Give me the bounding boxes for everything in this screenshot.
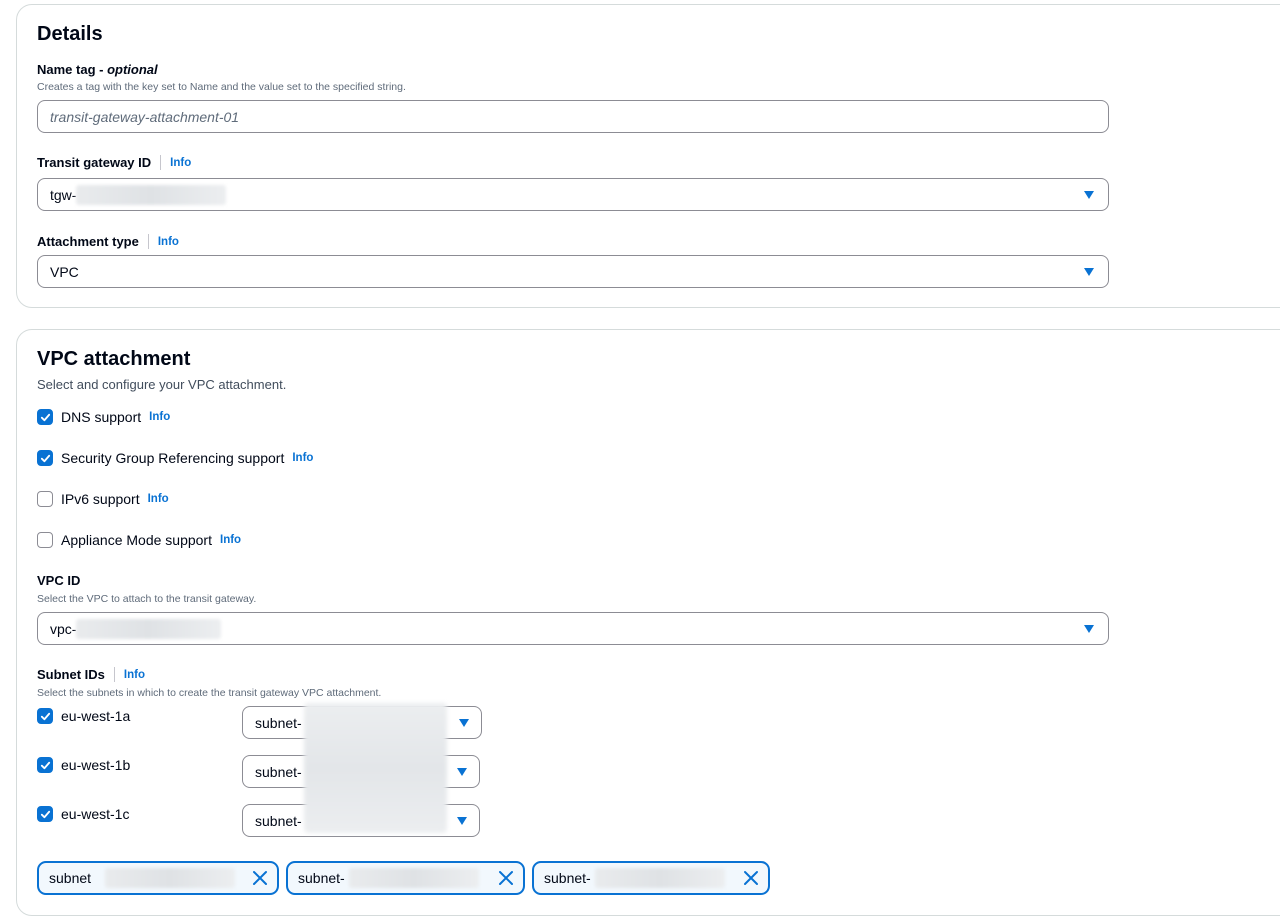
vpc-id-description: Select the VPC to attach to the transit … xyxy=(37,593,257,605)
caret-down-icon xyxy=(457,817,467,825)
transit-gateway-select[interactable]: tgw- xyxy=(37,178,1109,211)
option-security-group-referencing[interactable]: Security Group Referencing support Info xyxy=(37,450,313,466)
zone-eu-west-1c[interactable]: eu-west-1c xyxy=(37,806,129,822)
checkbox-eu-west-1a[interactable] xyxy=(37,708,53,724)
vpc-attachment-panel: VPC attachment Select and configure your… xyxy=(16,329,1280,916)
checkbox-dns-support[interactable] xyxy=(37,409,53,425)
option-label: DNS support xyxy=(61,409,142,425)
dns-support-info-link[interactable]: Info xyxy=(149,411,170,423)
zone-label: eu-west-1c xyxy=(61,806,130,822)
close-icon[interactable] xyxy=(497,869,515,887)
option-label: IPv6 support xyxy=(61,491,140,507)
vpc-id-value: vpc- xyxy=(50,620,77,637)
check-icon xyxy=(40,413,50,421)
attachment-type-select[interactable]: VPC xyxy=(37,255,1109,288)
check-icon xyxy=(40,712,50,720)
vpc-attachment-subtitle: Select and configure your VPC attachment… xyxy=(37,377,287,392)
subnet-token-3: subnet- xyxy=(532,861,770,895)
caret-down-icon xyxy=(457,768,467,776)
attachment-type-info-link[interactable]: Info xyxy=(158,236,179,248)
checkbox-security-group-referencing[interactable] xyxy=(37,450,53,466)
label-divider xyxy=(147,234,149,249)
caret-down-icon xyxy=(1084,268,1094,276)
redacted-subnet-values xyxy=(304,703,447,833)
check-icon xyxy=(40,454,50,462)
subnet-value: subnet- xyxy=(255,812,302,829)
redacted-value xyxy=(76,184,227,205)
name-tag-label: Name tag - optional xyxy=(37,62,158,77)
checkbox-eu-west-1c[interactable] xyxy=(37,806,53,822)
subnet-value: subnet- xyxy=(255,714,302,731)
name-tag-placeholder: transit-gateway-attachment-01 xyxy=(50,108,240,125)
option-dns-support[interactable]: DNS support Info xyxy=(37,409,170,425)
attachment-type-label: Attachment type Info xyxy=(37,234,179,249)
zone-label: eu-west-1a xyxy=(61,708,131,724)
subnet-token-1: subnet xyxy=(37,861,279,895)
transit-gateway-label: Transit gateway ID Info xyxy=(37,155,192,170)
ipv6-support-info-link[interactable]: Info xyxy=(148,493,169,505)
name-tag-input[interactable]: transit-gateway-attachment-01 xyxy=(37,100,1109,133)
details-heading: Details xyxy=(37,23,103,45)
vpc-attachment-heading: VPC attachment xyxy=(37,348,191,370)
name-tag-description: Creates a tag with the key set to Name a… xyxy=(37,81,406,93)
checkbox-eu-west-1b[interactable] xyxy=(37,757,53,773)
label-divider xyxy=(113,667,115,682)
zone-eu-west-1b[interactable]: eu-west-1b xyxy=(37,757,130,773)
redacted-value xyxy=(594,868,725,888)
subnet-ids-label: Subnet IDs Info xyxy=(37,667,145,682)
vpc-id-select[interactable]: vpc- xyxy=(37,612,1109,645)
checkbox-appliance-mode[interactable] xyxy=(37,532,53,548)
subnet-ids-info-link[interactable]: Info xyxy=(124,669,145,681)
check-icon xyxy=(40,761,50,769)
zone-eu-west-1a[interactable]: eu-west-1a xyxy=(37,708,130,724)
label-divider xyxy=(160,155,162,170)
transit-gateway-info-link[interactable]: Info xyxy=(170,157,191,169)
vpc-id-label: VPC ID xyxy=(37,573,81,588)
caret-down-icon xyxy=(1084,191,1094,199)
option-appliance-mode[interactable]: Appliance Mode support Info xyxy=(37,532,241,548)
details-panel: Details Name tag - optional Creates a ta… xyxy=(16,4,1280,308)
redacted-value xyxy=(348,868,479,888)
option-label: Appliance Mode support xyxy=(61,532,212,548)
token-label: subnet xyxy=(49,870,92,886)
check-icon xyxy=(40,810,50,818)
close-icon[interactable] xyxy=(742,869,760,887)
redacted-value xyxy=(105,868,236,888)
subnet-token-2: subnet- xyxy=(286,861,525,895)
attachment-type-value: VPC xyxy=(50,263,79,280)
appliance-mode-info-link[interactable]: Info xyxy=(220,534,241,546)
transit-gateway-value: tgw- xyxy=(50,186,77,203)
caret-down-icon xyxy=(459,719,469,727)
caret-down-icon xyxy=(1084,625,1094,633)
option-ipv6-support[interactable]: IPv6 support Info xyxy=(37,491,169,507)
token-label: subnet- xyxy=(544,870,591,886)
subnet-ids-description: Select the subnets in which to create th… xyxy=(37,687,382,699)
option-label: Security Group Referencing support xyxy=(61,450,285,466)
optional-label: optional xyxy=(107,62,158,77)
checkbox-ipv6-support[interactable] xyxy=(37,491,53,507)
close-icon[interactable] xyxy=(251,869,269,887)
zone-label: eu-west-1b xyxy=(61,757,131,773)
subnet-value: subnet- xyxy=(255,763,302,780)
token-label: subnet- xyxy=(298,870,345,886)
security-group-info-link[interactable]: Info xyxy=(292,452,313,464)
redacted-value xyxy=(76,618,222,639)
